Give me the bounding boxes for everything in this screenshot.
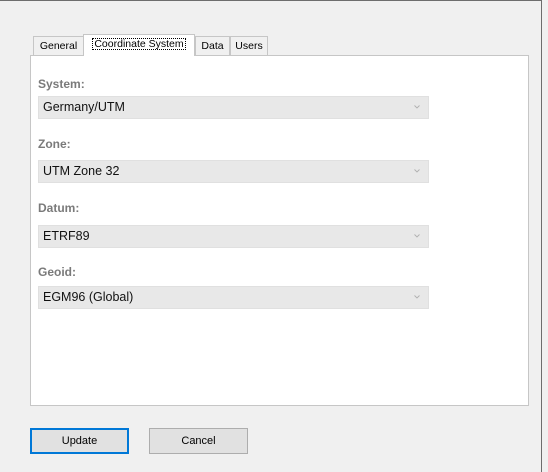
update-button[interactable]: Update (30, 428, 129, 454)
datum-value: ETRF89 (43, 229, 90, 243)
chevron-down-icon (414, 295, 420, 299)
tab-users-label: Users (235, 40, 263, 52)
chevron-down-icon (414, 169, 420, 173)
tab-coordinate-system[interactable]: Coordinate System (83, 34, 195, 56)
geoid-value: EGM96 (Global) (43, 290, 134, 304)
window-border-top (0, 0, 542, 1)
coordinate-system-panel: System: Germany/UTM Zone: UTM Zone 32 Da… (30, 55, 529, 406)
tab-general-label: General (39, 40, 78, 52)
chevron-down-icon (414, 234, 420, 238)
tab-users[interactable]: Users (230, 36, 268, 55)
window-border-right (541, 0, 542, 472)
tab-data-label: Data (201, 40, 224, 52)
geoid-dropdown[interactable]: EGM96 (Global) (38, 286, 429, 309)
zone-value: UTM Zone 32 (43, 164, 120, 178)
tab-data[interactable]: Data (195, 36, 230, 55)
zone-dropdown[interactable]: UTM Zone 32 (38, 160, 429, 183)
zone-label: Zone: (38, 137, 71, 151)
chevron-down-icon (414, 105, 420, 109)
datum-label: Datum: (38, 201, 80, 215)
tab-general[interactable]: General (33, 36, 84, 55)
system-dropdown[interactable]: Germany/UTM (38, 96, 429, 119)
tab-coordinate-system-label: Coordinate System (92, 38, 186, 50)
cancel-button[interactable]: Cancel (149, 428, 248, 454)
geoid-label: Geoid: (38, 265, 76, 279)
datum-dropdown[interactable]: ETRF89 (38, 225, 429, 248)
system-label: System: (38, 77, 85, 91)
system-value: Germany/UTM (43, 100, 125, 114)
